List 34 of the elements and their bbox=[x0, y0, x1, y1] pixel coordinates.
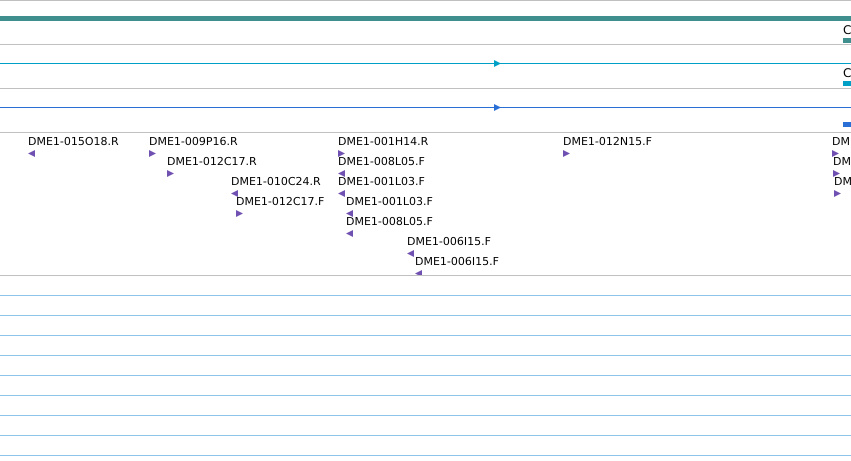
feature-label: DME1-006I15.F bbox=[415, 255, 499, 268]
strand-arrow-icon bbox=[834, 190, 841, 197]
feature-label: DM bbox=[832, 135, 850, 148]
strand-arrow-icon bbox=[338, 150, 345, 157]
feature-label: DME1-012N15.F bbox=[563, 135, 652, 148]
strand-arrow-icon bbox=[231, 190, 238, 197]
strand-arrow-icon bbox=[338, 170, 345, 177]
feature-label: DME1-010C24.R bbox=[231, 175, 321, 188]
track-label: C bbox=[843, 24, 851, 37]
strand-arrow-icon bbox=[346, 230, 353, 237]
feature-label: DM bbox=[833, 155, 851, 168]
feature-label: DME1-008L05.F bbox=[338, 155, 425, 168]
strand-arrow-icon bbox=[563, 150, 570, 157]
strand-arrow-icon bbox=[407, 250, 414, 257]
feature-label: DME1-008L05.F bbox=[346, 215, 433, 228]
strand-arrow-icon bbox=[338, 190, 345, 197]
feature-label: DME1-001H14.R bbox=[338, 135, 428, 148]
strand-arrow-icon bbox=[236, 210, 243, 217]
feature-label: DME1-012C17.F bbox=[236, 195, 324, 208]
strand-arrow-icon bbox=[832, 150, 839, 157]
track-label: C bbox=[843, 67, 851, 80]
feature-label: DM bbox=[834, 175, 851, 188]
feature-label: DME1-006I15.F bbox=[407, 235, 491, 248]
strand-arrow-icon bbox=[167, 170, 174, 177]
feature-label: DME1-001L03.F bbox=[338, 175, 425, 188]
feature-label: DME1-001L03.F bbox=[346, 195, 433, 208]
feature-label: DME1-009P16.R bbox=[149, 135, 238, 148]
strand-arrow-icon bbox=[28, 150, 35, 157]
strand-arrow-icon bbox=[415, 270, 422, 275]
strand-arrow-icon bbox=[149, 150, 156, 157]
strand-arrow-icon bbox=[346, 210, 353, 217]
strand-arrow-icon bbox=[833, 170, 840, 177]
feature-label: DME1-015O18.R bbox=[28, 135, 119, 148]
feature-label: DME1-012C17.R bbox=[167, 155, 257, 168]
